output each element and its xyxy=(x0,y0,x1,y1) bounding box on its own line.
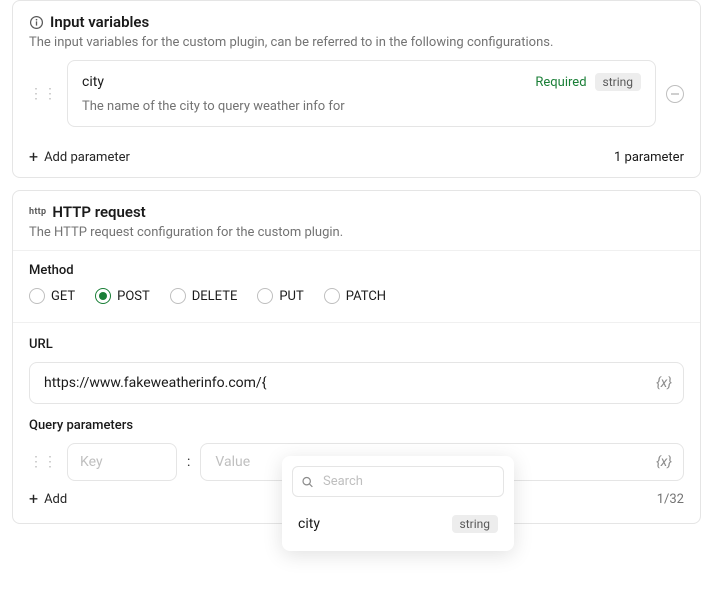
insert-variable-icon[interactable]: {x} xyxy=(656,454,672,470)
query-param-count: 1/32 xyxy=(657,492,684,507)
info-icon xyxy=(29,15,44,30)
method-put[interactable]: PUT xyxy=(257,288,303,304)
section-footer: + Add parameter 1 parameter xyxy=(13,139,700,177)
variable-search-input[interactable] xyxy=(292,466,504,497)
search-icon xyxy=(301,475,314,488)
method-get[interactable]: GET xyxy=(29,288,75,304)
query-params-label: Query parameters xyxy=(29,418,684,433)
section-header: http HTTP request The HTTP request confi… xyxy=(13,191,700,250)
parameter-box[interactable]: city Required string The name of the cit… xyxy=(67,60,656,127)
plus-icon: + xyxy=(29,149,38,165)
required-tag: Required xyxy=(535,75,586,90)
variable-name: city xyxy=(298,516,320,532)
section-title: Input variables xyxy=(50,13,149,31)
query-key-input[interactable] xyxy=(67,443,177,481)
add-parameter-button[interactable]: + Add parameter xyxy=(29,149,130,165)
input-variables-section: Input variables The input variables for … xyxy=(12,0,701,178)
method-label: Method xyxy=(29,263,684,278)
variable-option-city[interactable]: city string xyxy=(292,507,504,541)
insert-variable-icon[interactable]: {x} xyxy=(656,375,672,391)
section-title: HTTP request xyxy=(52,203,145,221)
colon: : xyxy=(187,454,190,470)
remove-parameter-button[interactable] xyxy=(666,85,684,103)
parameter-row: ⋮⋮ city Required string The name of the … xyxy=(29,60,684,127)
parameter-name: city xyxy=(82,74,527,90)
parameter-count: 1 parameter xyxy=(614,150,684,165)
method-patch[interactable]: PATCH xyxy=(324,288,386,304)
section-header: Input variables The input variables for … xyxy=(13,1,700,60)
variable-type-badge: string xyxy=(452,515,498,533)
parameter-description: The name of the city to query weather in… xyxy=(82,99,641,114)
section-description: The input variables for the custom plugi… xyxy=(29,35,684,50)
variable-picker-popover: city string xyxy=(282,456,514,551)
url-input[interactable] xyxy=(29,362,684,404)
plus-icon: + xyxy=(29,491,38,507)
method-block: Method GET POST DELETE PUT PATCH xyxy=(13,250,700,322)
method-post[interactable]: POST xyxy=(95,288,150,304)
add-query-param-button[interactable]: + Add xyxy=(29,491,67,507)
drag-handle-icon[interactable]: ⋮⋮ xyxy=(29,87,57,101)
method-delete[interactable]: DELETE xyxy=(170,288,238,304)
http-icon: http xyxy=(29,207,46,217)
url-label: URL xyxy=(29,337,684,352)
type-badge: string xyxy=(595,73,641,91)
drag-handle-icon[interactable]: ⋮⋮ xyxy=(29,455,57,469)
method-radio-group: GET POST DELETE PUT PATCH xyxy=(29,288,684,304)
add-parameter-label: Add parameter xyxy=(44,150,130,165)
section-description: The HTTP request configuration for the c… xyxy=(29,225,684,240)
